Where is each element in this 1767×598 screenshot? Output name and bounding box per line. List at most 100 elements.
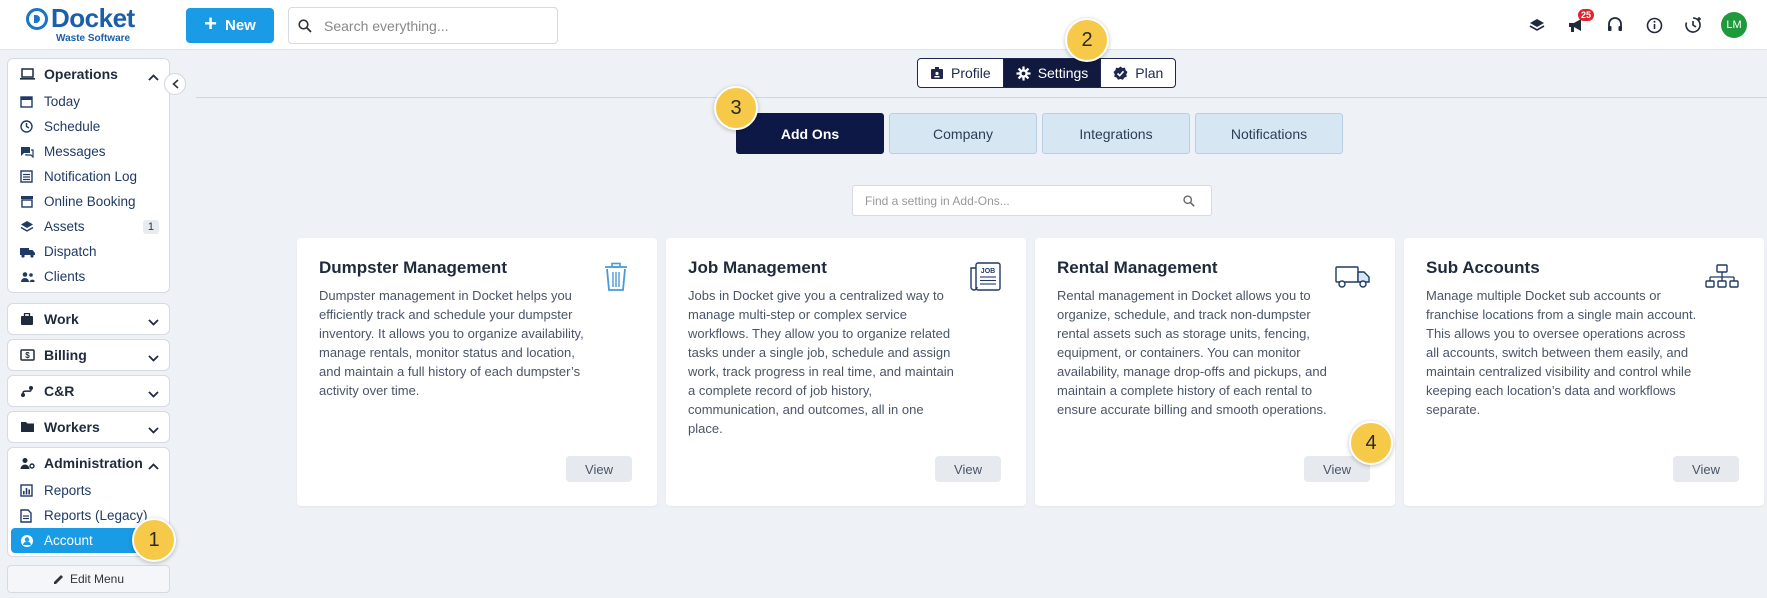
card-description: Jobs in Docket give you a centralized wa… (688, 288, 954, 436)
card-title: Job Management (688, 258, 827, 277)
card-description: Manage multiple Docket sub accounts or f… (1426, 288, 1697, 417)
user-gear-icon (20, 457, 36, 470)
addon-card-jobs: Job Management Jobs in Docket give you a… (666, 238, 1026, 506)
find-setting-search[interactable] (852, 185, 1212, 216)
global-search[interactable] (288, 7, 558, 44)
users-icon (20, 271, 36, 283)
job-icon-text: JOB (981, 268, 995, 275)
chevron-up-icon (148, 68, 159, 84)
search-icon (298, 18, 312, 33)
docket-logo-icon (26, 8, 48, 30)
edit-menu-label: Edit Menu (69, 572, 125, 586)
sidebar-item-label: Clients (44, 269, 86, 284)
sidebar-item-dispatch[interactable]: Dispatch (8, 239, 169, 264)
billing-panel: $ Billing (7, 339, 170, 371)
view-button[interactable]: View (566, 456, 632, 482)
brand-tagline: Waste Software (56, 33, 131, 44)
subtab-add-ons[interactable]: Add Ons (736, 113, 884, 154)
org-chart-icon (1704, 260, 1740, 294)
announcements-icon[interactable]: 25 (1565, 9, 1594, 36)
new-button[interactable]: + New (186, 8, 274, 43)
operations-header[interactable]: Operations (8, 59, 169, 89)
search-input[interactable] (324, 17, 544, 34)
addon-card-dumpster: Dumpster Management Dumpster management … (297, 238, 657, 506)
support-headset-icon[interactable] (1604, 14, 1626, 36)
sidebar-item-label: Reports (44, 483, 92, 498)
step-marker-1: 1 (132, 518, 176, 562)
docket-logo[interactable]: Docket Waste Software (26, 3, 136, 46)
info-icon[interactable] (1643, 14, 1665, 36)
view-button[interactable]: View (1673, 456, 1739, 482)
new-button-label: New (225, 17, 256, 34)
id-badge-icon (931, 67, 943, 79)
verified-badge-icon (1113, 66, 1128, 80)
card-description: Dumpster management in Docket helps you … (319, 288, 584, 398)
list-icon (20, 170, 36, 183)
addon-card-sub-accounts: Sub Accounts Manage multiple Docket sub … (1404, 238, 1764, 506)
billing-header[interactable]: $ Billing (8, 340, 169, 370)
notification-count-badge: 25 (1577, 9, 1594, 21)
work-header[interactable]: Work (8, 304, 169, 334)
tab-settings[interactable]: Settings (1002, 59, 1101, 87)
subtab-notifications[interactable]: Notifications (1195, 113, 1343, 154)
sidebar-item-label: Account (44, 533, 93, 548)
step-marker-4: 4 (1349, 421, 1393, 465)
work-panel: Work (7, 303, 170, 335)
chevron-up-icon (148, 457, 159, 473)
billing-label: Billing (44, 347, 87, 363)
account-tabs: Profile Settings Plan (917, 58, 1177, 88)
tab-profile[interactable]: Profile (918, 59, 1003, 87)
layers-icon (20, 220, 36, 233)
cr-panel: C&R (7, 375, 170, 407)
user-circle-icon (20, 534, 36, 548)
subtab-integrations[interactable]: Integrations (1042, 113, 1190, 154)
sidebar-item-label: Assets (44, 219, 85, 234)
sidebar-item-clients[interactable]: Clients (8, 264, 169, 289)
cr-header[interactable]: C&R (8, 376, 169, 406)
layers-icon[interactable] (1526, 14, 1548, 36)
sidebar-item-label: Dispatch (44, 244, 97, 259)
card-title: Sub Accounts (1426, 258, 1540, 277)
chevron-down-icon (148, 385, 159, 401)
tab-plan-label: Plan (1135, 65, 1164, 81)
find-setting-input[interactable] (865, 193, 1183, 208)
gear-icon (1016, 65, 1031, 81)
sidebar-item-assets[interactable]: Assets 1 (8, 214, 169, 239)
route-icon (20, 385, 36, 398)
subtab-company[interactable]: Company (889, 113, 1037, 154)
sidebar-item-online-booking[interactable]: Online Booking (8, 189, 169, 214)
sidebar-item-messages[interactable]: Messages (8, 139, 169, 164)
folder-user-icon (20, 421, 36, 433)
tab-plan[interactable]: Plan (1100, 59, 1175, 87)
briefcase-icon (20, 312, 36, 326)
workers-label: Workers (44, 419, 100, 435)
administration-header[interactable]: Administration (8, 448, 169, 478)
chevron-down-icon (148, 313, 159, 329)
card-title: Rental Management (1057, 258, 1218, 277)
sidebar-item-reports[interactable]: Reports (8, 478, 169, 503)
tab-settings-label: Settings (1037, 65, 1089, 81)
truck-icon (1335, 260, 1371, 294)
collapse-sidebar-button[interactable] (164, 73, 186, 95)
card-description: Rental management in Docket allows you t… (1057, 288, 1327, 417)
user-avatar[interactable]: LM (1721, 12, 1747, 38)
history-icon[interactable] (1682, 14, 1704, 36)
chevron-down-icon (148, 349, 159, 365)
sidebar-item-label: Schedule (44, 119, 101, 134)
cr-label: C&R (44, 383, 75, 399)
operations-panel: Operations Today Schedule Messages Notif… (7, 58, 170, 293)
chevron-left-icon (171, 79, 179, 89)
tab-profile-label: Profile (951, 65, 991, 81)
sidebar-item-notification-log[interactable]: Notification Log (8, 164, 169, 189)
trash-icon (599, 260, 633, 294)
sidebar-item-schedule[interactable]: Schedule (8, 114, 169, 139)
sidebar-item-label: Messages (44, 144, 106, 159)
workers-header[interactable]: Workers (8, 412, 169, 442)
sidebar-item-today[interactable]: Today (8, 89, 169, 114)
sidebar-item-label: Reports (Legacy) (44, 508, 148, 523)
sidebar-item-label: Today (44, 94, 81, 109)
work-label: Work (44, 311, 79, 327)
assets-count-badge: 1 (142, 219, 159, 234)
edit-menu-button[interactable]: Edit Menu (7, 565, 170, 593)
view-button[interactable]: View (935, 456, 1001, 482)
